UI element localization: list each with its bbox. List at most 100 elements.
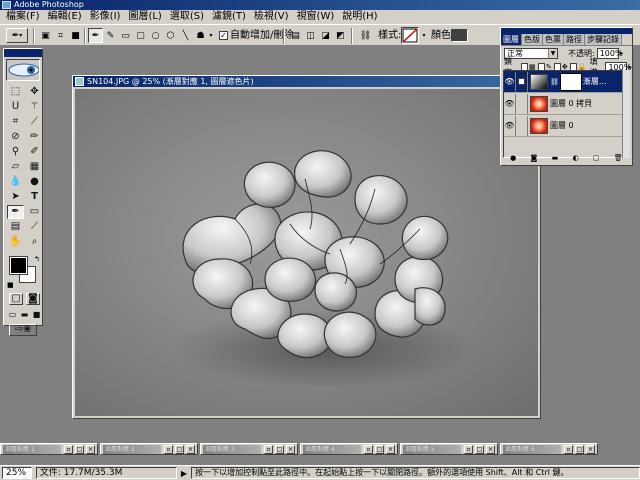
minimized-window[interactable]: 漸層對應 5 ▫ □ × [400, 443, 498, 455]
geometry-options-dropdown[interactable]: ▾ [207, 28, 215, 43]
type-tool[interactable]: T [26, 190, 43, 204]
eyedropper-tool[interactable]: ⟋ [26, 220, 43, 234]
new-layer-icon[interactable]: ▢ [593, 154, 600, 162]
style-swatch[interactable] [401, 27, 419, 44]
minimized-window[interactable]: 漸層對應 3 ▫ □ × [200, 443, 298, 455]
layer-link-cell[interactable] [516, 71, 528, 92]
quick-mask-button[interactable]: ◙ [26, 293, 40, 305]
notes-tool[interactable]: ▤ [7, 220, 24, 234]
jump-to-imageready-button[interactable]: ⇨❀ [9, 324, 37, 336]
toolbox-title-bar[interactable] [4, 49, 42, 57]
minimized-window[interactable]: 漸層對應 2 ▫ □ × [100, 443, 198, 455]
eye-visibility-icon[interactable]: 👁 [504, 71, 516, 92]
layer-row[interactable]: 👁 圖層 0 拷貝 [504, 93, 627, 115]
full-screen-button[interactable]: ■ [31, 309, 42, 320]
blur-tool[interactable]: 💧 [7, 175, 24, 189]
close-icon[interactable]: × [186, 445, 195, 454]
menu-filter[interactable]: 濾鏡(T) [208, 10, 250, 24]
menu-view[interactable]: 檢視(V) [250, 10, 293, 24]
add-layer-style-icon[interactable]: ● [510, 154, 516, 162]
pen-tool-button[interactable]: ✒ [88, 28, 103, 43]
crop-tool[interactable]: ⌗ [7, 115, 24, 129]
hand-tool[interactable]: ✋ [7, 235, 24, 249]
close-icon[interactable]: × [86, 445, 95, 454]
full-screen-menu-button[interactable]: ▬ [19, 309, 30, 320]
layer-list-scrollbar[interactable] [622, 70, 630, 158]
close-icon[interactable]: × [386, 445, 395, 454]
ellipse-shape-button[interactable]: ○ [148, 28, 163, 43]
history-brush-tool[interactable]: ✐ [26, 145, 43, 159]
tab-channels[interactable]: 色版 [522, 34, 543, 45]
tab-paths[interactable]: 路徑 [564, 34, 585, 45]
brush-tool[interactable]: ✏ [26, 130, 43, 144]
restore-icon[interactable]: ▫ [364, 445, 373, 454]
subtract-shape-area-button[interactable]: ◫ [303, 28, 318, 43]
rectangle-shape-button[interactable]: ▭ [118, 28, 133, 43]
auto-add-delete-checkbox[interactable]: ✓ [219, 31, 228, 40]
shape-layers-button[interactable]: ▣ [38, 28, 53, 43]
link-layer-style-button[interactable]: ⛓ [358, 28, 373, 43]
tool-preset-picker[interactable]: ✒ ▾ [6, 28, 28, 43]
move-tool[interactable]: ✥ [26, 85, 43, 99]
tab-swatches[interactable]: 色票 [543, 34, 564, 45]
document-size[interactable]: 文件: 17.7M/35.3M [35, 467, 177, 479]
layer-link-cell[interactable] [516, 115, 528, 136]
exclude-shape-area-button[interactable]: ◩ [333, 28, 348, 43]
layer-row[interactable]: 👁 ⛓ 漸層... [504, 71, 627, 93]
menu-window[interactable]: 視窗(W) [293, 10, 339, 24]
document-title-bar[interactable]: SN104.JPG @ 25% (漸層對應 1, 圖層遮色片) [73, 76, 540, 87]
menu-image[interactable]: 影像(I) [86, 10, 125, 24]
dodge-tool[interactable]: ● [26, 175, 43, 189]
maximize-icon[interactable]: □ [575, 445, 584, 454]
standard-mode-button[interactable]: ▢ [9, 293, 23, 305]
close-icon[interactable]: × [486, 445, 495, 454]
maximize-icon[interactable]: □ [75, 445, 84, 454]
shape-color-swatch[interactable] [451, 29, 468, 42]
magic-wand-tool[interactable]: ⚚ [26, 100, 43, 114]
restore-icon[interactable]: ▫ [64, 445, 73, 454]
restore-icon[interactable]: ▫ [164, 445, 173, 454]
maximize-icon[interactable]: □ [375, 445, 384, 454]
minimized-window[interactable]: 漸層對應 4 ▫ □ × [300, 443, 398, 455]
lasso-tool[interactable]: ᑌ [7, 100, 24, 114]
status-menu-arrow-icon[interactable]: ▶ [181, 469, 187, 478]
clone-stamp-tool[interactable]: ⚲ [7, 145, 24, 159]
eye-logo-icon[interactable] [6, 59, 40, 81]
new-fill-adjustment-icon[interactable]: ◐ [573, 154, 579, 162]
eye-visibility-icon[interactable]: 👁 [504, 115, 516, 136]
tab-history[interactable]: 步驟記錄 [585, 34, 622, 45]
add-to-shape-area-button[interactable]: ▤ [288, 28, 303, 43]
default-colors-icon[interactable]: ■ [7, 281, 14, 289]
custom-shape-button[interactable]: ☗ [193, 28, 208, 43]
swap-colors-icon[interactable]: ↰ [34, 255, 40, 263]
trash-icon[interactable]: 🗑 [614, 154, 623, 162]
path-selection-tool[interactable]: ➤ [7, 190, 24, 204]
image-canvas[interactable] [75, 89, 538, 416]
rectangle-tool[interactable]: ▭ [26, 205, 43, 219]
maximize-icon[interactable]: □ [275, 445, 284, 454]
close-icon[interactable]: × [286, 445, 295, 454]
add-mask-icon[interactable]: ◙ [531, 154, 538, 162]
restore-icon[interactable]: ▫ [464, 445, 473, 454]
menu-select[interactable]: 選取(S) [166, 10, 208, 24]
line-shape-button[interactable]: ╲ [178, 28, 193, 43]
zoom-field[interactable]: 25% [2, 467, 32, 479]
foreground-color[interactable] [9, 256, 28, 275]
menu-layer[interactable]: 圖層(L) [124, 10, 165, 24]
fill-pixels-button[interactable]: ■ [68, 28, 83, 43]
freeform-pen-button[interactable]: ✎ [103, 28, 118, 43]
maximize-icon[interactable]: □ [475, 445, 484, 454]
restore-icon[interactable]: ▫ [564, 445, 573, 454]
minimized-window[interactable]: 漸層對應 6 ▫ □ × [500, 443, 598, 455]
maximize-icon[interactable]: □ [175, 445, 184, 454]
pen-tool[interactable]: ✒ [7, 205, 24, 219]
menu-edit[interactable]: 編輯(E) [44, 10, 86, 24]
slice-tool[interactable]: ⟋ [26, 115, 43, 129]
style-dropdown[interactable]: ▾ [420, 28, 428, 43]
eye-visibility-icon[interactable]: 👁 [504, 93, 516, 114]
new-set-icon[interactable]: ▬ [552, 154, 559, 162]
layer-row[interactable]: 👁 圖層 0 [504, 115, 627, 137]
minimized-window[interactable]: 漸層對應 1 ▫ □ × [0, 443, 98, 455]
eraser-tool[interactable]: ▱ [7, 160, 24, 174]
close-icon[interactable]: × [586, 445, 595, 454]
